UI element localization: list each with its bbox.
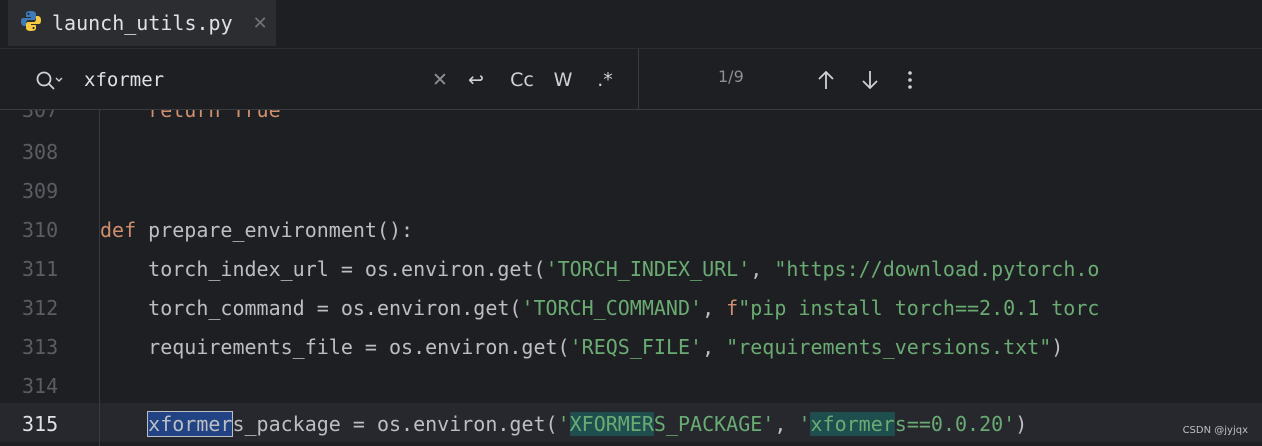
previous-occurrence-icon[interactable] <box>814 65 838 95</box>
line-number: 310 <box>22 218 59 242</box>
code-line-311: torch_index_url = os.environ.get('TORCH_… <box>100 257 1100 281</box>
python-icon <box>20 10 42 36</box>
find-bar: ✕ ↩ Cc W .* 1/9 <box>0 49 1262 110</box>
code-line-313: requirements_file = os.environ.get('REQS… <box>100 335 1064 359</box>
close-tab-icon[interactable]: ✕ <box>253 13 268 34</box>
editor-tab-bar: launch_utils.py ✕ <box>0 0 1262 49</box>
code-line-315: xformers_package = os.environ.get('XFORM… <box>147 411 1028 437</box>
newline-toggle-button[interactable]: ↩ <box>462 65 490 95</box>
line-number: 308 <box>22 140 59 164</box>
more-options-icon[interactable] <box>900 65 920 95</box>
clear-search-icon[interactable]: ✕ <box>430 65 450 95</box>
line-number: 312 <box>22 296 59 320</box>
tab-filename: launch_utils.py <box>52 11 233 35</box>
code-editor[interactable]: 307 return True 308 309 310 def prepare_… <box>0 110 1262 446</box>
tab-launch-utils[interactable]: launch_utils.py ✕ <box>8 0 276 46</box>
line-number: 313 <box>22 335 59 359</box>
next-occurrence-icon[interactable] <box>858 65 882 95</box>
regex-button[interactable]: .* <box>592 65 618 95</box>
line-number: 309 <box>22 179 59 203</box>
line-number: 314 <box>22 374 59 398</box>
find-bar-divider <box>638 49 639 109</box>
match-case-button[interactable]: Cc <box>506 65 538 95</box>
line-number: 307 <box>22 110 59 122</box>
watermark: CSDN @jyjqx <box>1182 425 1248 436</box>
search-input[interactable] <box>84 65 414 95</box>
code-line-312: torch_command = os.environ.get('TORCH_CO… <box>100 296 1100 320</box>
active-search-match: xformer <box>147 411 234 437</box>
line-number: 311 <box>22 257 59 281</box>
whole-words-button[interactable]: W <box>550 65 576 95</box>
search-match: xformer <box>810 412 895 436</box>
line-number-current: 315 <box>22 412 59 436</box>
code-line-310: def prepare_environment(): <box>100 218 414 242</box>
search-icon[interactable] <box>34 69 64 93</box>
code-line-307: return True <box>148 110 281 122</box>
match-counter: 1/9 <box>718 67 744 86</box>
search-match: XFORMER <box>569 412 654 436</box>
